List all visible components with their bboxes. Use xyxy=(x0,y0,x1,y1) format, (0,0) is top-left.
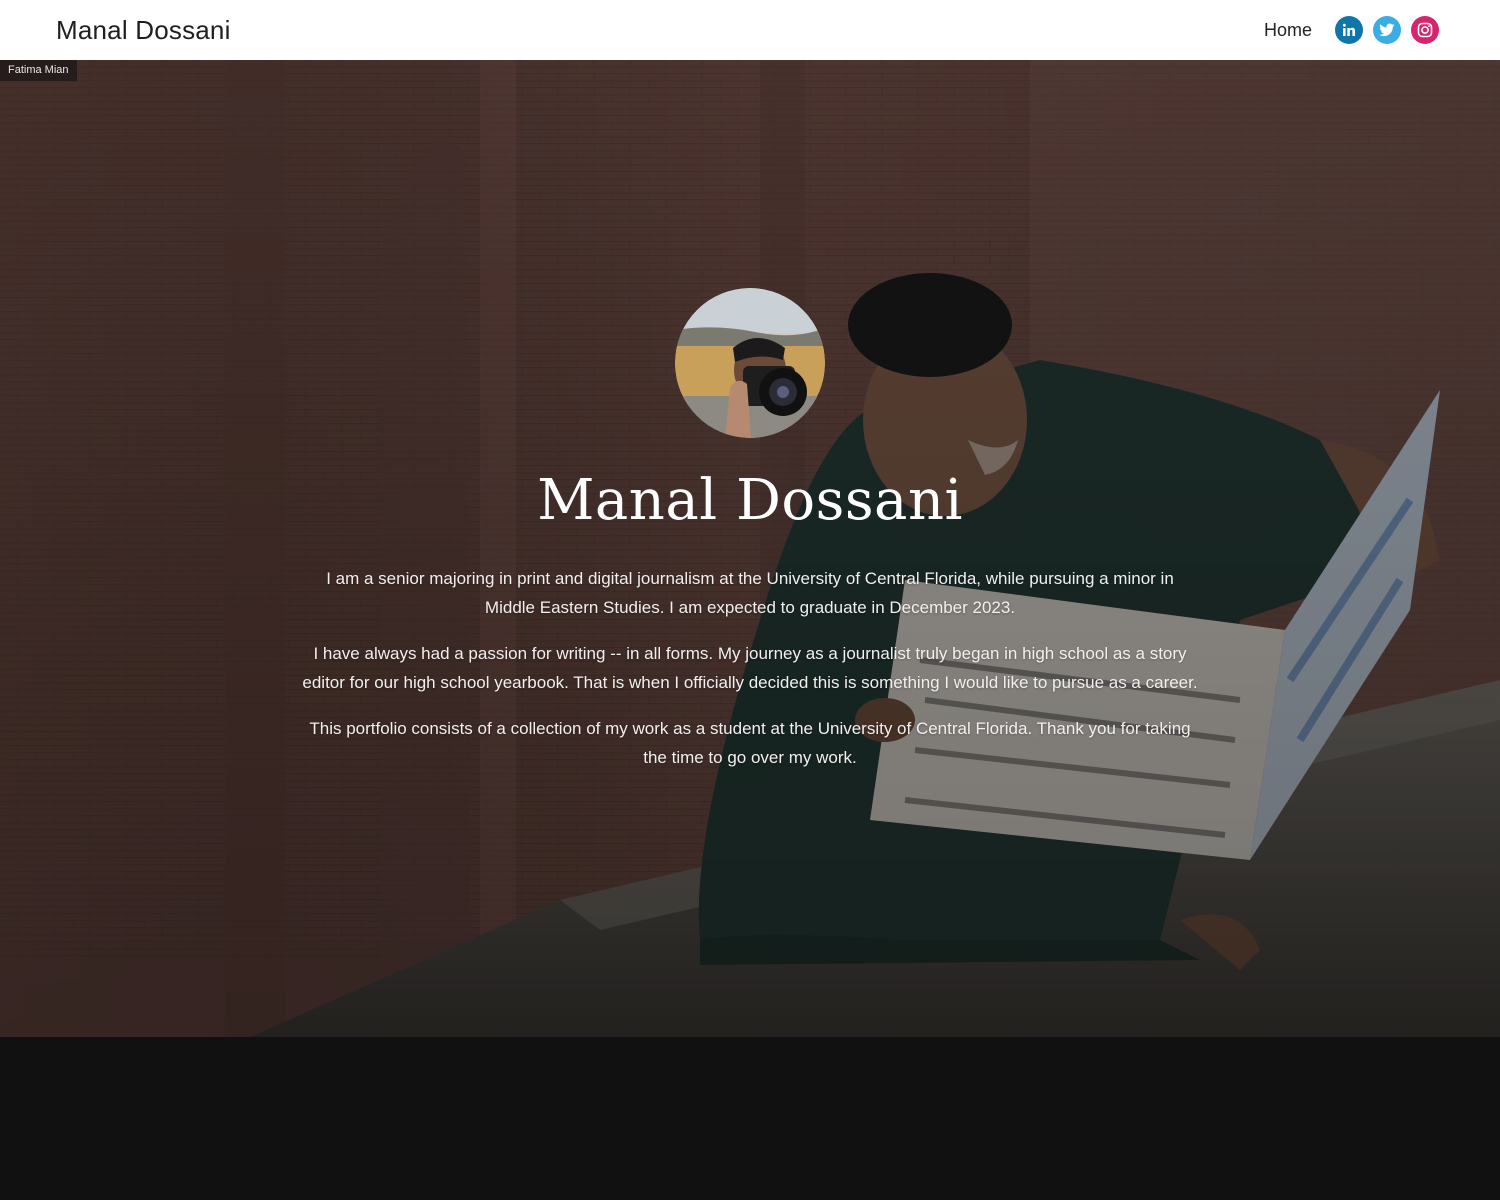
twitter-icon xyxy=(1379,23,1395,37)
main-navigation: Home xyxy=(1264,16,1439,44)
page-footer xyxy=(0,1037,1500,1200)
bio-paragraph: I am a senior majoring in print and digi… xyxy=(326,569,1174,617)
nav-home-link[interactable]: Home xyxy=(1264,20,1312,41)
linkedin-icon xyxy=(1342,23,1355,36)
hero-content: Manal Dossani I am a senior majoring in … xyxy=(300,288,1200,772)
instagram-icon xyxy=(1417,22,1433,38)
twitter-button[interactable] xyxy=(1373,16,1401,44)
social-links xyxy=(1335,16,1439,44)
bio-paragraph: I have always had a passion for writing … xyxy=(302,644,1198,692)
bio-text: I am a senior majoring in print and digi… xyxy=(300,564,1200,772)
photo-credit: Fatima Mian xyxy=(0,60,77,81)
profile-avatar xyxy=(675,288,825,438)
instagram-button[interactable] xyxy=(1411,16,1439,44)
linkedin-button[interactable] xyxy=(1335,16,1363,44)
hero-section: Fatima Mian Manal Dossani I am a senior … xyxy=(0,60,1500,1037)
top-navigation-bar: Manal Dossani Home xyxy=(0,0,1500,60)
site-title-link[interactable]: Manal Dossani xyxy=(56,15,231,46)
bio-paragraph: This portfolio consists of a collection … xyxy=(309,719,1191,767)
hero-name-heading: Manal Dossani xyxy=(537,468,963,533)
